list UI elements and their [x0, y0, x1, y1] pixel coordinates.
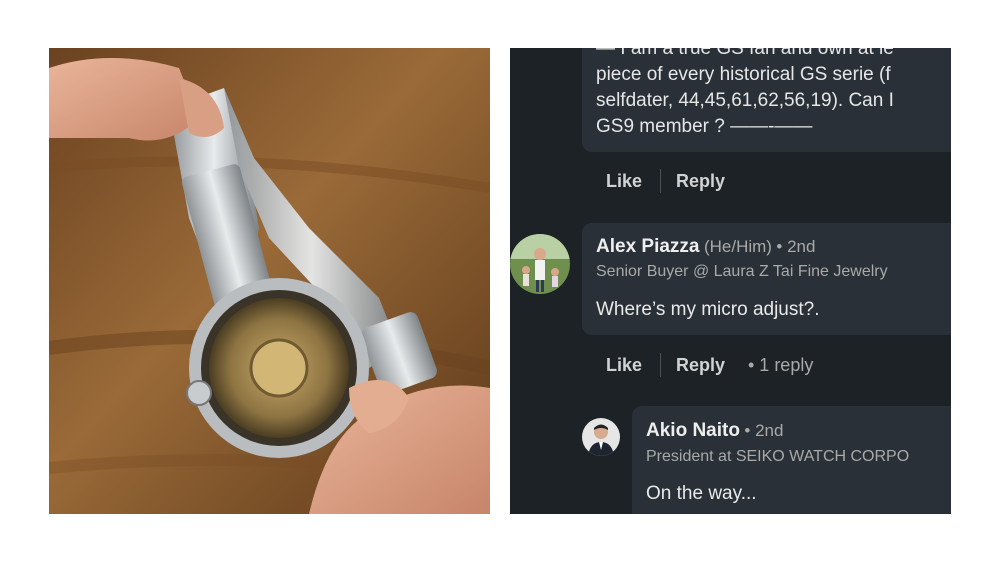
commenter-name[interactable]: Akio Naito: [646, 420, 740, 441]
comment-text-line: GS9 member ? ——-——: [596, 116, 813, 137]
comment-text-line: piece of every historical GS serie (f: [596, 64, 891, 85]
commenter-headline: Senior Buyer @ Laura Z Tai Fine Jewelry: [596, 263, 888, 280]
like-button[interactable]: Like: [606, 355, 642, 376]
avatar[interactable]: [582, 418, 620, 456]
commenter-pronouns: (He/Him): [703, 237, 772, 256]
comment-text-line: — I am a true GS fan and own at le: [596, 48, 894, 59]
like-button[interactable]: Like: [606, 171, 642, 192]
avatar-photo: [510, 234, 570, 294]
commenter-headline: President at SEIKO WATCH CORPO: [646, 448, 910, 465]
reply-button[interactable]: Reply: [676, 355, 725, 376]
reply-button[interactable]: Reply: [676, 171, 725, 192]
watch-photo-illustration: [49, 48, 490, 514]
comment-feed: — I am a true GS fan and own at le piece…: [510, 48, 951, 514]
comment-header: Alex Piazza (He/Him) • 2nd: [596, 236, 815, 258]
replies-count-link[interactable]: • 1 reply: [748, 355, 813, 376]
comment-text-line: selfdater, 44,45,61,62,56,19). Can I: [596, 90, 894, 111]
comment-header: Akio Naito • 2nd: [646, 420, 783, 442]
connection-degree: • 2nd: [744, 421, 784, 440]
comment-text: Where’s my micro adjust?.: [596, 299, 820, 320]
avatar[interactable]: [510, 234, 570, 294]
commenter-name[interactable]: Alex Piazza: [596, 236, 700, 257]
comment-text: On the way...: [646, 483, 757, 504]
action-divider: [660, 353, 661, 377]
avatar-photo: [582, 418, 620, 456]
connection-degree: • 2nd: [776, 237, 816, 256]
action-divider: [660, 169, 661, 193]
watch-photo: [49, 48, 490, 514]
